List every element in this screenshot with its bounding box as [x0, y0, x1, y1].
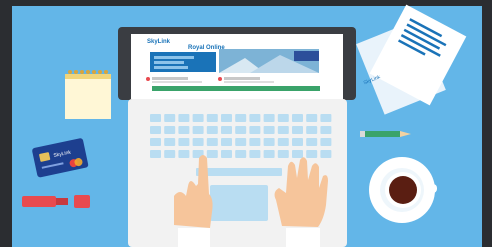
- keyboard-key: [206, 126, 218, 134]
- keyboard-key: [150, 114, 161, 122]
- keyboard-key: [277, 126, 289, 134]
- keyboard-key: [277, 150, 289, 158]
- keyboard-key: [320, 138, 332, 146]
- notepad-icon: [65, 70, 111, 119]
- keyboard-key: [221, 114, 232, 122]
- keyboard-key: [292, 126, 303, 134]
- keyboard-key: [292, 114, 303, 122]
- keyboard-key: [277, 138, 289, 146]
- keyboard-key: [235, 126, 247, 134]
- keyboard-key: [249, 150, 261, 158]
- keyboard-key: [249, 126, 261, 134]
- keyboard-key: [320, 150, 332, 158]
- keyboard-key: [249, 138, 261, 146]
- keyboard-key: [221, 150, 232, 158]
- keyboard-key: [150, 138, 161, 146]
- keyboard-key: [150, 150, 161, 158]
- keyboard-key: [164, 126, 176, 134]
- keyboard-key: [306, 126, 318, 134]
- cta-bar: [152, 86, 320, 91]
- keyboard-key: [192, 138, 204, 146]
- screen-brand: SkyLink: [147, 39, 171, 45]
- desk-illustration: SkyLink SkyLink Royal Online SkyLink: [0, 0, 492, 247]
- keyboard-key: [263, 114, 275, 122]
- keyboard-key: [178, 114, 190, 122]
- space-bar-key: [196, 168, 282, 176]
- touchpad: [210, 185, 268, 221]
- keyboard-key: [320, 126, 332, 134]
- keyboard-key: [320, 114, 332, 122]
- keyboard-key: [292, 138, 303, 146]
- keyboard-key: [164, 114, 176, 122]
- keyboard-key: [178, 126, 190, 134]
- keyboard-key: [221, 126, 232, 134]
- keyboard-key: [164, 150, 176, 158]
- keyboard-key: [249, 114, 261, 122]
- keyboard-key: [178, 138, 190, 146]
- keyboard-key: [206, 114, 218, 122]
- keyboard-key: [292, 150, 303, 158]
- keyboard-key: [263, 150, 275, 158]
- keyboard-key: [277, 114, 289, 122]
- keyboard-key: [306, 150, 318, 158]
- keyboard-key: [206, 138, 218, 146]
- keyboard-key: [263, 126, 275, 134]
- keyboard-key: [235, 114, 247, 122]
- keyboard-key: [150, 126, 161, 134]
- keyboard-key: [164, 138, 176, 146]
- keyboard-key: [192, 126, 204, 134]
- keyboard-key: [306, 114, 318, 122]
- keyboard-key: [235, 138, 247, 146]
- keyboard-key: [192, 114, 204, 122]
- keyboard-key: [235, 150, 247, 158]
- keyboard-key: [263, 138, 275, 146]
- keyboard-key: [221, 138, 232, 146]
- keyboard-key: [206, 150, 218, 158]
- keyboard-key: [178, 150, 190, 158]
- keyboard-key: [306, 138, 318, 146]
